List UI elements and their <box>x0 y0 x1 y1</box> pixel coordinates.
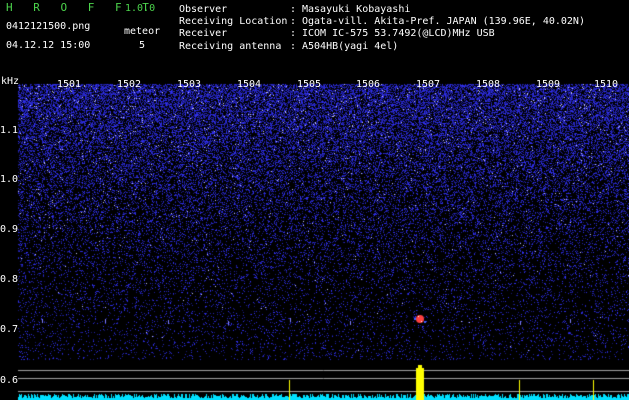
info-receiver: Receiver : ICOM IC-575 53.7492(@LCD)MHz … <box>179 28 585 40</box>
datetime: 04.12.12 15:00 <box>6 40 91 51</box>
x-tick: 1505 <box>297 79 322 90</box>
x-tick: 1503 <box>177 79 202 90</box>
info-label: Receiving Location <box>179 16 288 28</box>
info-separator: : <box>290 28 297 40</box>
filename: 0412121500.png <box>6 21 91 32</box>
info-value: Masayuki Kobayashi <box>302 4 411 15</box>
station-info: Observer : Masayuki Kobayashi Receiving … <box>179 4 585 53</box>
x-tick: 1504 <box>237 79 262 90</box>
meteor-count: 5 <box>139 40 146 51</box>
info-label: Receiving antenna <box>179 40 282 52</box>
info-value: Ogata-vill. Akita-Pref. JAPAN (139.96E, … <box>302 16 585 28</box>
y-axis-unit: kHz <box>1 76 20 87</box>
app-version: 1.0.0 <box>125 3 156 14</box>
y-tick: 0.8 <box>0 274 19 285</box>
y-tick: 1.0 <box>0 174 19 185</box>
spectrogram-canvas <box>0 78 629 400</box>
y-tick: 0.9 <box>0 224 19 235</box>
x-tick: 1507 <box>416 79 441 90</box>
x-tick: 1510 <box>594 79 619 90</box>
info-value: A504HB(yagi 4el) <box>302 40 399 52</box>
info-separator: : <box>290 40 297 52</box>
info-value: ICOM IC-575 53.7492(@LCD)MHz USB <box>302 28 495 40</box>
y-tick: 0.6 <box>0 375 19 386</box>
y-tick: 0.7 <box>0 324 19 335</box>
info-label: Receiver <box>179 28 228 40</box>
x-tick: 1509 <box>536 79 561 90</box>
y-tick: 1.1 <box>0 125 19 136</box>
x-tick: 1502 <box>117 79 142 90</box>
info-separator: : <box>290 16 297 28</box>
x-tick: 1508 <box>476 79 501 90</box>
info-antenna: Receiving antenna : A504HB(yagi 4el) <box>179 41 585 53</box>
info-location: Receiving Location : Ogata-vill. Akita-P… <box>179 16 585 28</box>
x-tick: 1501 <box>57 79 82 90</box>
meteor-label: meteor <box>124 26 161 37</box>
info-observer: Observer : Masayuki Kobayashi <box>179 4 585 16</box>
info-separator: : <box>290 4 297 15</box>
x-tick: 1506 <box>356 79 381 90</box>
info-label: Observer <box>179 4 228 15</box>
